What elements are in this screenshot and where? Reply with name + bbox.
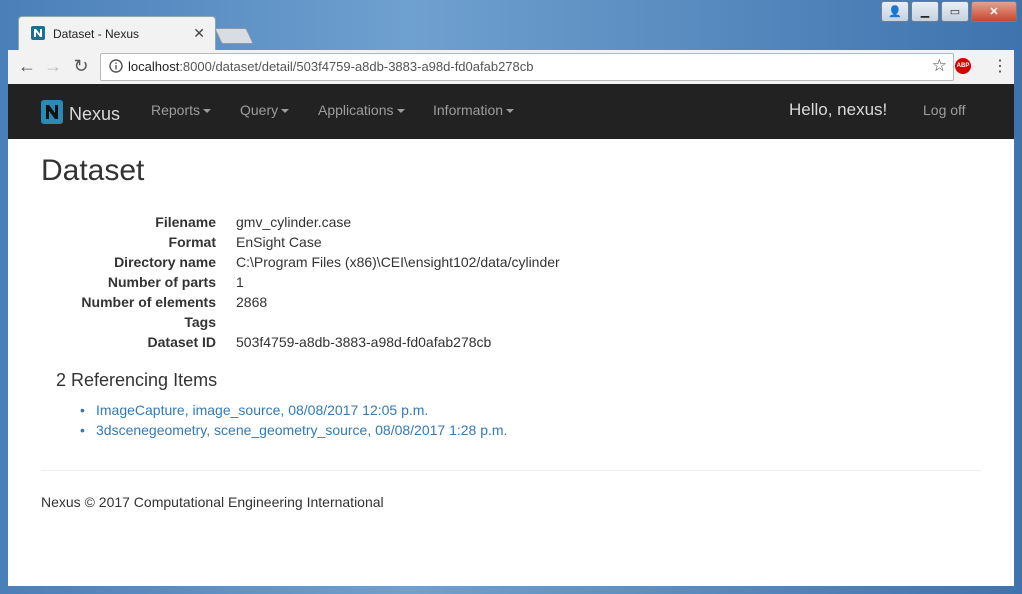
caret-down-icon [396,109,405,114]
referencing-item-link[interactable]: ImageCapture, image_source, 08/08/2017 1… [96,402,428,418]
referencing-items-heading: 2 Referencing Items [56,370,218,390]
detail-row: Format EnSight Case [8,234,1014,254]
nav-reports-label: Reports [151,102,201,118]
detail-row: Directory name C:\Program Files (x86)\CEI… [8,254,1014,274]
title-bar: Dataset - Nexus ✕ 👤 ▁ ▭ ✕ [0,0,1022,51]
page-viewport: Nexus Reports Query Applications Informa… [8,84,1014,586]
page-title: Dataset [41,154,145,187]
detail-row: Number of parts 1 [8,274,1014,294]
adblock-icon[interactable]: ABP [955,58,971,74]
referencing-items-list: ImageCapture, image_source, 08/08/2017 1… [56,402,507,442]
caret-down-icon [281,109,290,114]
nav-query-label: Query [240,102,279,118]
address-bar[interactable]: localhost:8000/dataset/detail/503f4759-a… [100,53,954,81]
detail-label: Format [168,234,216,250]
tab-close-icon[interactable]: ✕ [193,25,205,42]
tab-title: Dataset - Nexus [53,27,140,41]
user-greeting: Hello, nexus! [789,100,888,119]
detail-value: 2868 [236,294,268,310]
browser-menu-icon[interactable]: ⋮ [992,56,1008,76]
nav-applications-label: Applications [318,102,394,118]
detail-label: Dataset ID [147,334,216,350]
detail-label: Number of elements [81,294,216,310]
url-host: localhost [128,59,180,74]
detail-row: Filename gmv_cylinder.case [8,214,1014,234]
detail-value: 1 [236,274,244,290]
footer-divider [41,470,981,471]
back-arrow-icon[interactable]: ← [16,56,38,77]
detail-value: gmv_cylinder.case [236,214,352,230]
caret-down-icon [203,109,212,114]
close-window-button[interactable]: ✕ [971,1,1017,22]
nav-information[interactable]: Information [433,102,515,118]
minimize-button[interactable]: ▁ [911,1,939,22]
browser-tab[interactable]: Dataset - Nexus ✕ [18,16,216,51]
logoff-link[interactable]: Log off [923,102,966,118]
detail-label: Tags [184,314,216,330]
user-icon[interactable]: 👤 [881,1,909,22]
detail-row: Tags [8,314,1014,334]
site-navbar: Nexus Reports Query Applications Informa… [8,84,1014,139]
browser-toolbar: ← → ↻ localhost:8000/dataset/detail/503f… [8,50,1014,84]
footer-text: Nexus © 2017 Computational Engineering I… [41,494,384,510]
detail-row: Dataset ID 503f4759-a8db-3883-a98d-fd0afa… [8,334,1014,354]
url-path: :8000/dataset/detail/503f4759-a8db-3883-… [179,59,534,74]
bookmark-star-icon[interactable]: ☆ [932,56,947,76]
detail-row: Number of elements 2868 [8,294,1014,314]
detail-label: Filename [155,214,216,230]
nexus-favicon-icon [31,26,45,45]
nav-query[interactable]: Query [240,102,290,118]
reload-icon[interactable]: ↻ [70,56,92,77]
info-icon[interactable] [109,59,123,78]
detail-label: Number of parts [107,274,216,290]
forward-arrow-icon[interactable]: → [42,56,64,77]
nav-information-label: Information [433,102,504,118]
url-text: localhost:8000/dataset/detail/503f4759-a… [128,59,534,74]
detail-value: EnSight Case [236,234,322,250]
detail-label: Directory name [114,254,216,270]
browser-window: Dataset - Nexus ✕ 👤 ▁ ▭ ✕ ← → ↻ localhos… [0,0,1022,594]
new-tab-button[interactable] [214,28,254,44]
nav-reports[interactable]: Reports [151,102,212,118]
referencing-item-link[interactable]: 3dscenegeometry, scene_geometry_source, … [96,422,507,438]
detail-value: C:\Program Files (x86)\CEI\ensight102/da… [236,254,560,270]
caret-down-icon [506,109,515,114]
detail-value: 503f4759-a8db-3883-a98d-fd0afab278cb [236,334,492,350]
brand-link[interactable]: Nexus [41,100,120,129]
nav-applications[interactable]: Applications [318,102,405,118]
window-controls: 👤 ▁ ▭ ✕ [881,1,1017,22]
nexus-logo-icon [41,100,63,129]
brand-name: Nexus [69,104,121,124]
maximize-button[interactable]: ▭ [941,1,969,22]
dataset-details: Filename gmv_cylinder.case Format EnSight … [8,214,1014,354]
